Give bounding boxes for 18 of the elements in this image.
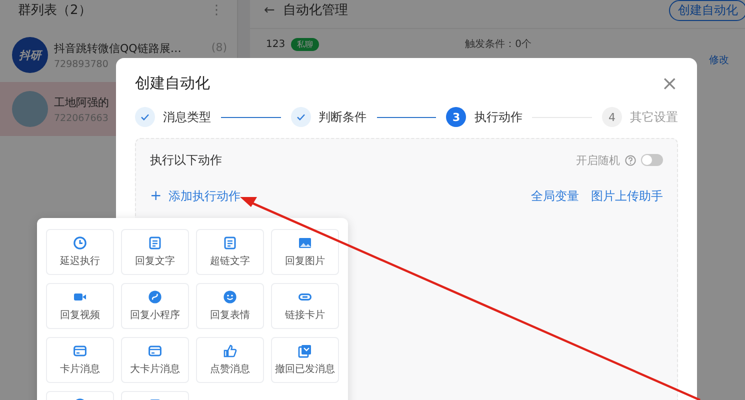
step-label: 消息类型 [163,108,211,126]
automation-name: 123 [266,38,286,50]
trigger-condition: 触发条件：0个 [465,38,532,51]
group-avatar: 抖研 [12,37,48,73]
group-name: 抖音跳转微信QQ链路展… [54,40,182,56]
sidebar-title: 群列表（2） [18,2,92,19]
group-name: 工地阿强的 [54,94,109,110]
step-label: 判断条件 [318,108,367,126]
step-label: 执行动作 [474,108,522,126]
group-id: 729893780 [54,58,108,70]
section-title: 执行以下动作 [150,152,222,168]
chat-type-tag: 私聊 [291,38,320,50]
step-number: 4 [602,107,622,127]
toggle-label: 开启随机 [576,152,620,168]
step-number: 3 [446,107,466,127]
dialog-title: 创建自动化 [135,74,210,92]
page-title: 自动化管理 [282,2,349,19]
step-label: 其它设置 [630,108,678,126]
